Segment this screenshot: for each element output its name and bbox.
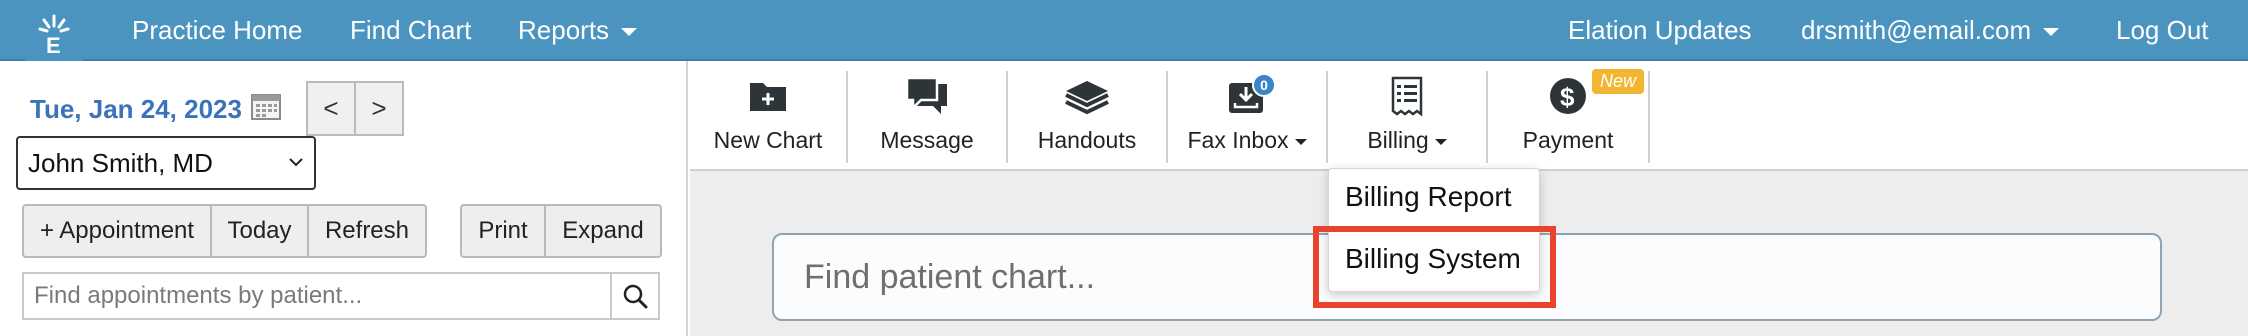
refresh-button[interactable]: Refresh: [307, 204, 427, 258]
add-appointment-button[interactable]: + Appointment: [22, 204, 212, 258]
caret-down-icon: [1434, 138, 1447, 145]
new-chart-folder-icon: [748, 71, 788, 121]
fax-inbox-text: Fax Inbox: [1187, 127, 1289, 153]
handouts-label: Handouts: [1037, 127, 1137, 153]
print-button[interactable]: Print: [460, 204, 546, 258]
chevron-down-icon: [2043, 28, 2060, 37]
svg-text:E: E: [46, 33, 61, 56]
payment-button[interactable]: $ New Payment: [1488, 69, 1650, 163]
menu-item-billing-system[interactable]: Billing System: [1345, 243, 1521, 275]
new-tag-badge: New: [1592, 69, 1645, 94]
chevron-down-icon: [621, 28, 638, 37]
billing-icon: [1389, 71, 1425, 121]
schedule-actions: + Appointment Today Refresh: [22, 204, 427, 258]
prev-day-button[interactable]: <: [306, 81, 356, 136]
nav-logout[interactable]: Log Out: [2116, 0, 2209, 61]
provider-select-value: John Smith, MD: [28, 148, 213, 178]
search-button[interactable]: [610, 274, 658, 318]
nav-reports[interactable]: Reports: [518, 0, 638, 61]
billing-text: Billing: [1367, 127, 1429, 153]
payment-label: Payment: [1522, 127, 1614, 153]
new-chart-label: New Chart: [713, 127, 823, 153]
nav-reports-label: Reports: [518, 15, 610, 45]
handouts-book-icon: [1064, 71, 1110, 121]
appointment-search-placeholder: Find appointments by patient...: [34, 282, 363, 309]
search-icon: [623, 284, 648, 309]
billing-dropdown-menu: Billing Report Billing System: [1328, 168, 1540, 292]
chevron-down-icon: [289, 158, 303, 167]
calendar-icon[interactable]: [251, 92, 281, 125]
svg-text:$: $: [1560, 82, 1575, 112]
action-toolbar: New Chart Message Handouts 0 Fax Inbox B…: [690, 61, 2248, 171]
schedule-view-actions: Print Expand: [460, 204, 662, 258]
nav-user-menu[interactable]: drsmith@email.com: [1801, 0, 2060, 61]
find-patient-chart-placeholder: Find patient chart...: [804, 258, 1096, 296]
menu-item-billing-report[interactable]: Billing Report: [1345, 181, 1512, 213]
user-email: drsmith@email.com: [1801, 15, 2032, 45]
next-day-button[interactable]: >: [354, 81, 404, 136]
billing-label: Billing: [1367, 127, 1447, 154]
caret-down-icon: [1294, 138, 1307, 145]
nav-elation-updates[interactable]: Elation Updates: [1568, 0, 1752, 61]
nav-find-chart[interactable]: Find Chart: [350, 0, 471, 61]
message-button[interactable]: Message: [848, 71, 1008, 163]
message-label: Message: [880, 127, 974, 153]
billing-button[interactable]: Billing: [1328, 71, 1488, 163]
fax-inbox-label: Fax Inbox: [1188, 127, 1307, 154]
provider-select[interactable]: John Smith, MD: [16, 136, 316, 190]
nav-practice-home[interactable]: Practice Home: [132, 0, 303, 61]
appointment-search-input[interactable]: Find appointments by patient...: [22, 272, 660, 320]
fax-inbox-button[interactable]: 0 Fax Inbox: [1168, 71, 1328, 163]
top-navbar: E Practice Home Find Chart Reports Elati…: [0, 0, 2248, 72]
payment-dollar-icon: $: [1548, 71, 1588, 121]
schedule-date: Tue, Jan 24, 2023: [30, 94, 242, 124]
message-icon: [905, 71, 949, 121]
today-button[interactable]: Today: [210, 204, 309, 258]
handouts-button[interactable]: Handouts: [1008, 71, 1168, 163]
new-chart-button[interactable]: New Chart: [690, 71, 848, 163]
fax-count-badge: 0: [1252, 73, 1276, 97]
expand-button[interactable]: Expand: [544, 204, 662, 258]
